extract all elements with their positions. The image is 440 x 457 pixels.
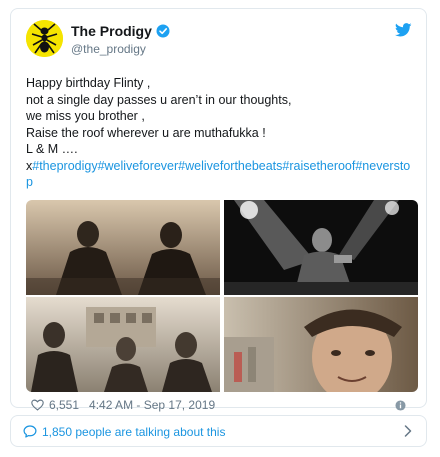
timestamp[interactable]: 4:42 AM - Sep 17, 2019 [89,398,215,412]
photo-1-image [26,200,220,295]
photo-1[interactable] [26,200,220,295]
info-icon[interactable] [395,400,406,411]
tweet-card: The Prodigy @the_prodigy Happy birthday … [10,8,427,412]
hashtag-line: x#theprodigy#weliveforever#welivefortheb… [26,158,416,191]
photo-2[interactable] [224,200,418,295]
tweet-line: L & M …. [26,142,78,156]
like-count[interactable]: 6,551 [49,398,79,412]
tweet-line: Raise the roof wherever u are muthafukka… [26,125,266,140]
name-row: The Prodigy [71,23,170,39]
conversation-label: 1,850 people are talking about this [42,425,226,439]
chevron-right-icon [404,425,412,437]
speech-bubble-icon [23,425,37,438]
tweet-line: Happy birthday Flinty , [26,76,151,90]
tweet-footer: 6,551 4:42 AM - Sep 17, 2019 [31,398,215,412]
verified-badge-icon [156,24,170,38]
tweet-line: we miss you brother , [26,109,145,123]
photo-3[interactable] [26,297,220,392]
photo-2-image [224,200,418,295]
media-grid [26,200,418,392]
photo-4-image [224,297,418,392]
display-name[interactable]: The Prodigy [71,23,152,39]
tweet-text: Happy birthday Flinty , not a single day… [26,75,416,191]
photo-4[interactable] [224,297,418,392]
photo-3-image [26,297,220,392]
twitter-bird-icon[interactable] [395,23,412,37]
handle[interactable]: @the_prodigy [71,42,146,56]
heart-icon[interactable] [31,399,44,411]
conversation-link[interactable]: 1,850 people are talking about this [10,415,427,447]
avatar[interactable] [26,20,63,57]
tweet-line: not a single day passes u aren’t in our … [26,92,292,107]
hashtags-link[interactable]: #theprodigy#weliveforever#weliveforthebe… [26,159,410,190]
ant-logo-icon [26,20,63,57]
